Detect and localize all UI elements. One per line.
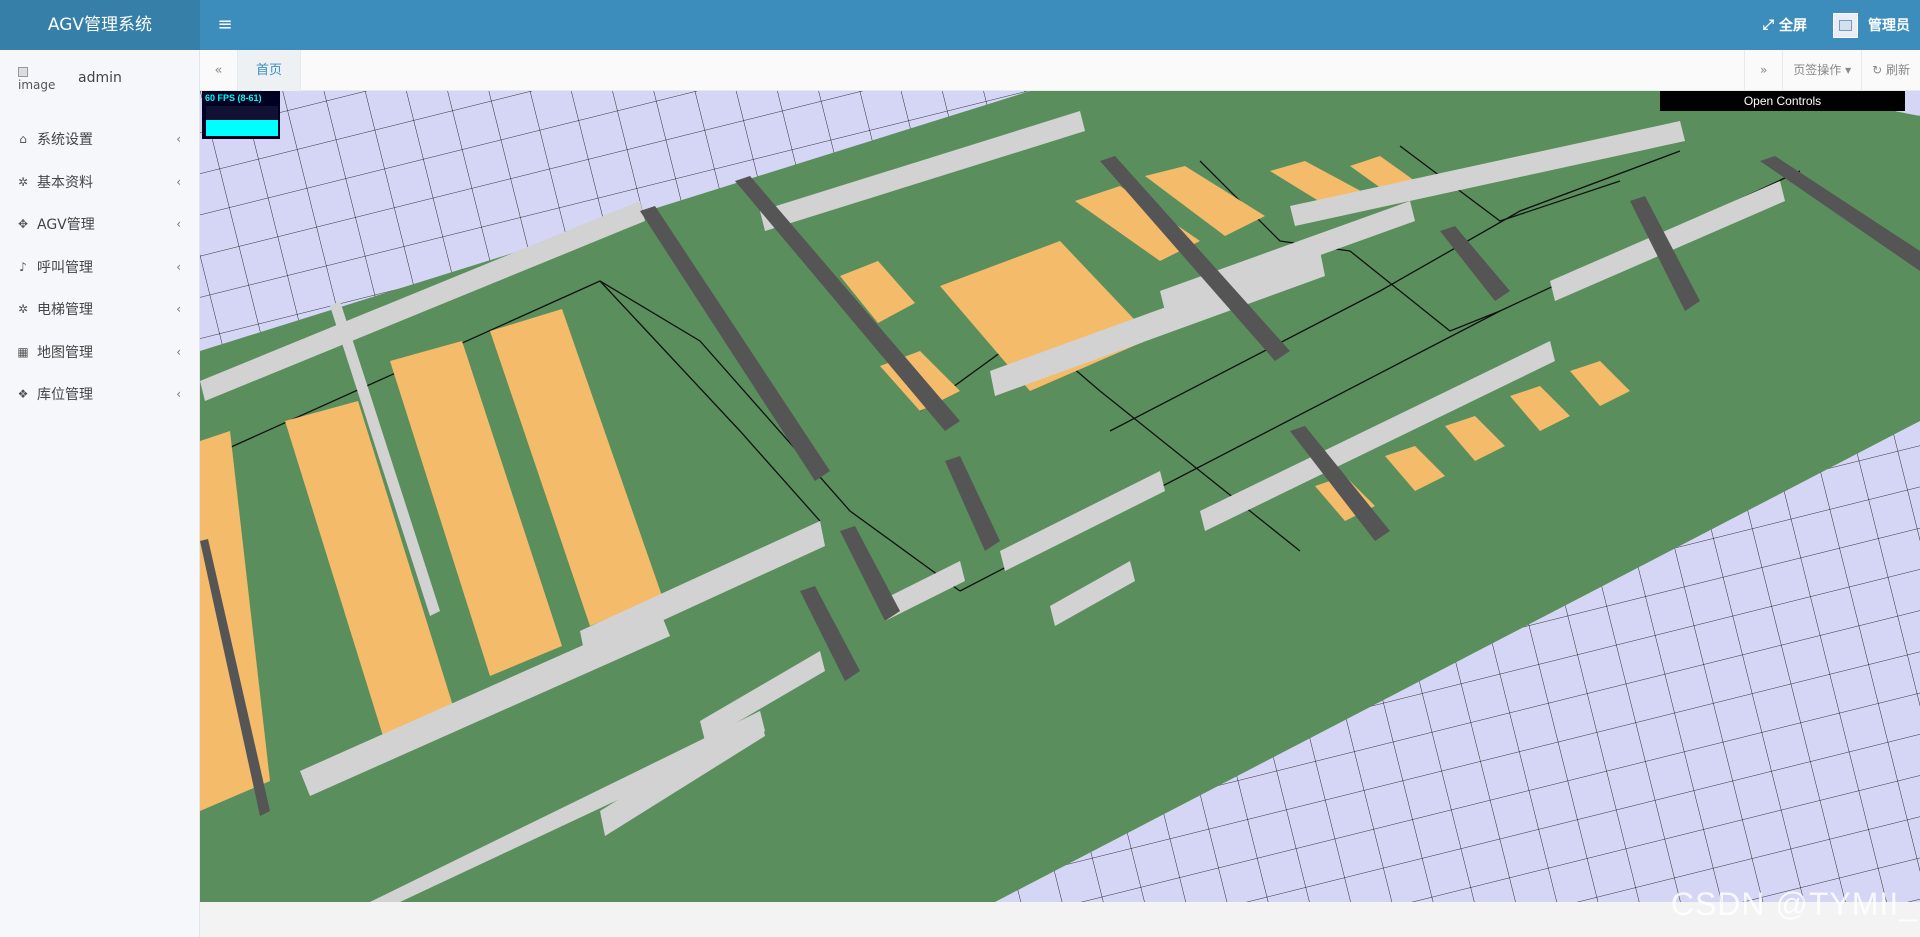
chevron-left-icon: ‹: [176, 217, 181, 231]
cubes-icon: ❖: [17, 387, 29, 402]
sidebar-item-agv[interactable]: ✥ AGV管理 ‹: [0, 203, 199, 246]
fps-stats-panel[interactable]: 60 FPS (8-61): [202, 91, 280, 139]
hamburger-icon[interactable]: ≡: [212, 12, 238, 38]
wall: [1000, 471, 1165, 571]
tab-scroll-right-button[interactable]: »: [1744, 50, 1782, 91]
move-icon: ✥: [17, 217, 29, 232]
sidebar-item-label: 基本资料: [37, 174, 93, 191]
sidebar-item-basic-info[interactable]: ✲ 基本资料 ‹: [0, 161, 199, 204]
user-menu-label: 管理员: [1868, 18, 1910, 34]
broken-image-icon: [18, 66, 28, 77]
top-header: AGV管理系统 ≡ ⤢ 全屏 管理员: [0, 0, 1920, 50]
wall: [600, 711, 765, 836]
sidebar-item-elevator[interactable]: ✲ 电梯管理 ‹: [0, 288, 199, 331]
user-menu[interactable]: 管理员: [1833, 12, 1910, 38]
sidebar-item-call[interactable]: ♪ 呼叫管理 ‹: [0, 246, 199, 289]
sidebar-item-label: 系统设置: [37, 132, 93, 149]
user-panel: image admin: [0, 50, 199, 112]
tab-actions: » 页签操作 ▾ ↻ 刷新: [1744, 50, 1920, 91]
refresh-icon: ↻: [1872, 63, 1883, 77]
header-actions: ⤢ 全屏 管理员: [1763, 0, 1920, 50]
sidebar-item-storage[interactable]: ❖ 库位管理 ‹: [0, 373, 199, 416]
sidebar-item-label: 地图管理: [37, 344, 93, 361]
sidebar-item-label: 库位管理: [37, 387, 93, 404]
shelf: [1445, 416, 1505, 461]
user-avatar-icon: [1833, 12, 1858, 38]
avatar: image: [18, 64, 58, 92]
chevron-left-icon: ‹: [176, 259, 181, 274]
chevron-left-icon: ‹: [176, 132, 181, 146]
fullscreen-button[interactable]: ⤢ 全屏: [1763, 15, 1807, 35]
refresh-button[interactable]: ↻ 刷新: [1861, 50, 1920, 91]
watermark: CSDN @TYMII_: [1670, 886, 1918, 922]
home-icon: ⌂: [19, 132, 27, 147]
shelf: [200, 431, 270, 811]
sidebar-item-label: AGV管理: [37, 217, 95, 234]
chevron-left-icon: ‹: [176, 174, 181, 189]
gear-icon: ✲: [17, 174, 29, 189]
shelf: [1570, 361, 1630, 406]
brand-title[interactable]: AGV管理系统: [0, 0, 200, 50]
fps-readout: 60 FPS (8-61): [205, 93, 262, 103]
shelf: [1510, 386, 1570, 431]
chevron-left-icon: ‹: [176, 387, 181, 401]
sidebar-item-map[interactable]: ▦ 地图管理 ‹: [0, 331, 199, 374]
tab-scroll-left-button[interactable]: «: [200, 50, 238, 91]
app-root: AGV管理系统 ≡ ⤢ 全屏 管理员 image admin ⌂ 系统设置 ‹ …: [0, 0, 1920, 937]
chevron-left-icon: ‹: [176, 344, 181, 359]
wall: [1290, 121, 1685, 226]
sidebar-item-system-settings[interactable]: ⌂ 系统设置 ‹: [0, 118, 199, 161]
wall: [1200, 341, 1555, 531]
wall-shadow: [945, 456, 1000, 551]
footer-strip: [200, 902, 1920, 937]
shelf: [1385, 446, 1445, 491]
panel-username: admin: [78, 70, 122, 86]
open-controls-button[interactable]: Open Controls: [1660, 91, 1905, 111]
warehouse-scene[interactable]: [200, 91, 1920, 902]
fullscreen-label: 全屏: [1779, 18, 1807, 34]
refresh-label: 刷新: [1885, 63, 1910, 77]
caret-down-icon: ▾: [1845, 63, 1852, 77]
map-icon: ▦: [17, 344, 29, 359]
tabs-bar: « 首页 » 页签操作 ▾ ↻ 刷新: [200, 50, 1920, 91]
tab-ops-dropdown[interactable]: 页签操作 ▾: [1782, 50, 1861, 91]
wall-shadow: [1760, 156, 1920, 271]
sidebar-nav: ⌂ 系统设置 ‹ ✲ 基本资料 ‹ ✥ AGV管理 ‹ ♪ 呼叫管理 ‹ ✲ 电: [0, 118, 199, 416]
tab-ops-label: 页签操作: [1793, 63, 1842, 77]
wall: [1050, 561, 1135, 626]
chevron-left-icon: ‹: [176, 302, 181, 316]
tab-home[interactable]: 首页: [238, 50, 302, 91]
fps-graph-fill: [206, 119, 278, 136]
fps-graph: [206, 106, 278, 136]
sidebar-item-label: 呼叫管理: [37, 259, 93, 276]
gear-icon: ✲: [17, 302, 29, 317]
sidebar: image admin ⌂ 系统设置 ‹ ✲ 基本资料 ‹ ✥ AGV管理 ‹ …: [0, 50, 200, 937]
avatar-alt-text: image: [18, 78, 56, 92]
warehouse-3d-view[interactable]: 60 FPS (8-61) Open Controls: [200, 91, 1920, 902]
expand-icon: ⤢: [1762, 17, 1774, 33]
sidebar-item-label: 电梯管理: [37, 302, 93, 319]
bell-icon: ♪: [19, 259, 27, 274]
